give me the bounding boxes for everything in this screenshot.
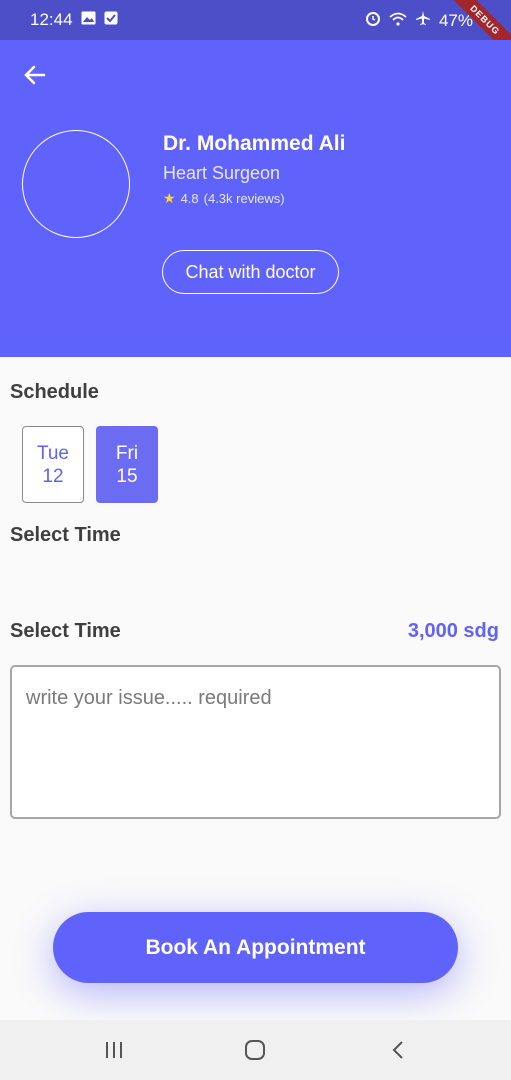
chat-with-doctor-button[interactable]: Chat with doctor xyxy=(162,250,339,294)
airplane-icon xyxy=(415,10,431,31)
alarm-icon xyxy=(365,10,381,31)
star-icon: ★ xyxy=(163,190,176,206)
day-date: 12 xyxy=(42,465,64,487)
status-left: 12:44 xyxy=(30,10,118,30)
select-time-title: Select Time xyxy=(10,524,121,546)
arrow-left-icon xyxy=(20,65,50,94)
system-nav-bar xyxy=(0,1020,511,1080)
nav-back-button[interactable] xyxy=(387,1038,411,1062)
recent-apps-icon xyxy=(102,1042,126,1066)
review-count: (4.3k reviews) xyxy=(203,191,285,206)
day-name: Fri xyxy=(115,442,139,464)
status-time: 12:44 xyxy=(30,10,73,29)
day-card-tue[interactable]: Tue 12 xyxy=(22,426,84,503)
home-button[interactable] xyxy=(243,1038,267,1062)
doctor-specialty: Heart Surgeon xyxy=(163,163,281,183)
day-name: Tue xyxy=(36,442,70,464)
doctor-header: Dr. Mohammed Ali Heart Surgeon ★ 4.8 (4.… xyxy=(0,40,511,357)
book-appointment-button[interactable]: Book An Appointment xyxy=(53,912,458,983)
back-button[interactable] xyxy=(20,60,50,90)
recent-apps-button[interactable] xyxy=(102,1038,126,1062)
doctor-name: Dr. Mohammed Ali xyxy=(163,132,346,155)
issue-section-title: Select Time xyxy=(10,620,121,642)
issue-textarea[interactable] xyxy=(12,667,499,817)
image-icon xyxy=(81,10,96,30)
rating-value: 4.8 xyxy=(180,191,199,206)
wifi-icon xyxy=(389,11,407,31)
doctor-avatar xyxy=(22,130,130,238)
day-date: 15 xyxy=(116,465,138,487)
day-card-fri[interactable]: Fri 15 xyxy=(96,426,158,503)
schedule-title: Schedule xyxy=(10,381,99,403)
checkbox-icon xyxy=(104,10,118,30)
back-icon xyxy=(387,1041,411,1066)
doctor-rating: ★ 4.8 (4.3k reviews) xyxy=(163,190,285,207)
issue-field[interactable] xyxy=(10,665,501,819)
status-bar: 12:44 47% DEBUG xyxy=(0,0,511,62)
appointment-price: 3,000 sdg xyxy=(407,620,499,642)
home-icon xyxy=(243,1040,267,1066)
status-right: 47% xyxy=(365,10,473,31)
